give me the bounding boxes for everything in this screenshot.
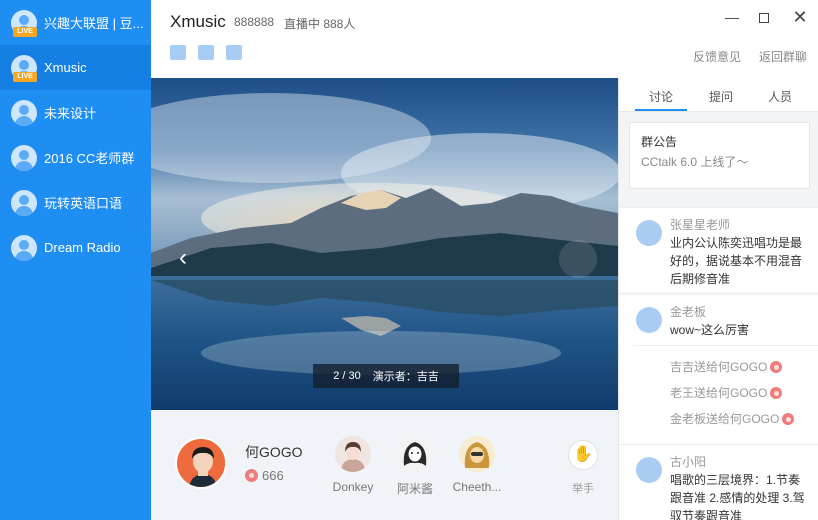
live-badge: LIVE	[13, 27, 37, 37]
member-name: 阿米酱	[396, 482, 433, 496]
feedback-link[interactable]: 反馈意见	[693, 48, 741, 65]
member-avatar	[335, 436, 371, 472]
live-status: 直播中 888人	[284, 17, 356, 31]
raise-hand-label: 举手	[572, 483, 594, 495]
sidebar-item-group-1[interactable]: LIVE 兴趣大联盟 | 豆...	[0, 0, 151, 45]
chat-sender: 张星星老师	[670, 218, 731, 232]
sidebar-item-dream-radio[interactable]: Dream Radio	[0, 225, 151, 270]
tab-questions[interactable]: 提问	[709, 88, 733, 105]
host-name: 何GOGO	[245, 444, 303, 460]
slide-page-number: 2 / 30	[333, 370, 361, 382]
likes-count: 666	[262, 468, 284, 483]
presenter-label: 演示者：吉吉	[372, 371, 439, 383]
minimize-icon[interactable]: —	[723, 8, 741, 26]
member-avatar	[459, 436, 495, 472]
live-badge: LIVE	[13, 72, 37, 82]
flower-icon	[245, 469, 258, 482]
back-to-chat-link[interactable]: 返回群聊	[759, 48, 807, 65]
raise-hand-button[interactable]: ✋ 举手	[563, 440, 603, 496]
sidebar-item-cc-teachers[interactable]: 2016 CC老师群	[0, 135, 151, 180]
sidebar-item-label: Dream Radio	[44, 240, 121, 255]
room-id: 888888	[234, 15, 275, 29]
member-donkey[interactable]: Donkey	[318, 436, 388, 494]
sidebar-item-label: 兴趣大联盟 | 豆...	[44, 16, 144, 31]
gift-message: 老王送给何GOGO	[670, 384, 783, 401]
user-avatar-icon	[636, 307, 662, 333]
chat-text: 业内公认陈奕迅唱功是最好的，据说基本不用混音后期修音准	[670, 236, 803, 286]
chat-message: 古小阳 唱歌的三层境界：1.节奏跟音准 2.感情的处理 3.驾驭节奏跟音准	[619, 444, 818, 520]
tab-members[interactable]: 人员	[768, 88, 792, 105]
close-icon[interactable]: ✕	[791, 8, 809, 26]
next-slide-button[interactable]	[559, 240, 597, 278]
member-amijiang[interactable]: 阿米酱	[380, 436, 450, 497]
host-likes: 666	[245, 468, 284, 483]
host-avatar[interactable]	[175, 437, 227, 489]
member-name: Cheeth...	[452, 480, 502, 494]
chat-sender: 古小阳	[670, 455, 707, 469]
chat-message: 金老板 wow~这么厉害 吉吉送给何GOGO 老王送给何GOGO 金老板送给何G…	[619, 294, 818, 444]
sidebar-item-label: 2016 CC老师群	[44, 151, 135, 166]
group-avatar-icon	[11, 234, 37, 261]
member-name: Donkey	[332, 480, 374, 494]
chat-sender: 金老板	[670, 305, 707, 319]
previous-slide-icon[interactable]: ‹	[179, 246, 199, 270]
flower-icon	[782, 412, 795, 425]
active-tab-indicator	[635, 109, 687, 111]
notice-body: CCtalk 6.0 上线了～	[641, 155, 749, 169]
toolbar-icon-3[interactable]	[226, 45, 242, 60]
notice-title: 群公告	[641, 135, 678, 149]
side-panel: 讨论 提问 人员 群公告 CCtalk 6.0 上线了～ 张星星老师 业内公认陈…	[618, 78, 818, 520]
gift-message: 金老板送给何GOGO	[670, 410, 795, 427]
group-avatar-icon	[11, 144, 37, 171]
group-notice: 群公告 CCtalk 6.0 上线了～	[629, 122, 810, 189]
member-avatar	[397, 436, 433, 472]
gift-message: 吉吉送给何GOGO	[670, 358, 783, 375]
user-avatar-icon	[636, 457, 662, 483]
sidebar-item-label: 未来设计	[44, 106, 97, 121]
user-strip: 何GOGO 666 Donkey 阿米酱 Cheeth... ✋ 举手	[151, 410, 618, 520]
member-cheeth[interactable]: Cheeth...	[442, 436, 512, 494]
toolbar-icon-1[interactable]	[170, 45, 186, 60]
flower-icon	[770, 360, 783, 373]
sidebar-item-label: Xmusic	[44, 60, 87, 75]
hand-icon: ✋	[568, 440, 598, 470]
panel-tabs: 讨论 提问 人员	[619, 78, 818, 112]
chat-message: 张星星老师 业内公认陈奕迅唱功是最好的，据说基本不用混音后期修音准	[619, 207, 818, 292]
slide-image	[151, 78, 618, 410]
page-title: Xmusic	[170, 12, 226, 31]
gift-text: 吉吉送给何GOGO	[670, 360, 768, 374]
sidebar-item-future-design[interactable]: 未来设计	[0, 90, 151, 135]
sidebar: LIVE 兴趣大联盟 | 豆... LIVE Xmusic 未来设计 2016 …	[0, 0, 151, 520]
gift-text: 老王送给何GOGO	[670, 386, 768, 400]
slide-indicator: 2 / 30 演示者：吉吉	[313, 364, 459, 388]
gift-text: 金老板送给何GOGO	[670, 412, 780, 426]
group-avatar-icon	[11, 189, 37, 216]
maximize-icon[interactable]	[755, 8, 773, 26]
toolbar-icon-2[interactable]	[198, 45, 214, 60]
flower-icon	[770, 386, 783, 399]
tab-discussion[interactable]: 讨论	[649, 88, 673, 105]
header: Xmusic 888888 直播中 888人 — ✕ 反馈意见 返回群聊	[151, 0, 818, 78]
user-avatar-icon	[636, 220, 662, 246]
presentation-stage: ‹ 2 / 30 演示者：吉吉	[151, 78, 618, 410]
chat-text: wow~这么厉害	[670, 323, 750, 337]
sidebar-item-xmusic[interactable]: LIVE Xmusic	[0, 45, 151, 90]
group-avatar-icon	[11, 99, 37, 126]
chat-text: 唱歌的三层境界：1.节奏跟音准 2.感情的处理 3.驾驭节奏跟音准	[670, 473, 805, 520]
sidebar-item-label: 玩转英语口语	[44, 196, 123, 211]
sidebar-item-english[interactable]: 玩转英语口语	[0, 180, 151, 225]
